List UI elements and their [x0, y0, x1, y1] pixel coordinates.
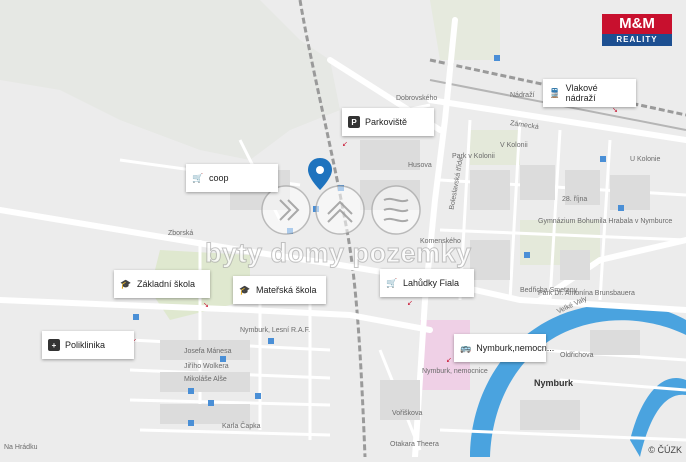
street-label: 28. října [562, 196, 588, 203]
school-icon: 🎓 [120, 278, 132, 289]
poi-card-deli[interactable]: 🛒 Lahůdky Fiala [380, 269, 474, 297]
poi-label: Mateřská škola [256, 285, 317, 295]
svg-text:↙: ↙ [342, 141, 348, 148]
map-base: ↘↙ ↘↙ ↙↙ [0, 0, 686, 460]
street-label: U Kolonie [630, 156, 661, 163]
poi-label: Lahůdky Fiala [403, 278, 460, 288]
poi-card-kindergarten[interactable]: 🎓 Mateřská škola [233, 276, 326, 304]
poi-card-coop[interactable]: 🛒 coop [186, 164, 278, 192]
street-label: V Kolonii [500, 142, 528, 149]
street-label: Jiřího Wolkera [184, 363, 229, 370]
place-label: Park Dr. Antonína Brunsbauera [538, 290, 635, 297]
street-label: Zborská [168, 230, 194, 237]
poi-card-train[interactable]: 🚆 Vlakové nádraží [543, 79, 636, 107]
logo-top: M&M [602, 14, 672, 34]
svg-text:↙: ↙ [446, 357, 452, 364]
bus-icon: 🚌 [460, 342, 472, 353]
plus-icon: + [48, 339, 60, 351]
poi-card-parking[interactable]: P Parkoviště [342, 108, 434, 136]
poi-label: Poliklinika [65, 340, 106, 350]
copyright: © ČÚZK [648, 445, 682, 455]
logo-bottom: REALITY [602, 34, 672, 46]
street-label: Karla Čapka [222, 423, 261, 430]
poi-label: coop [209, 173, 229, 183]
place-label: Park v Kolonii [452, 153, 495, 160]
poi-card-hospital[interactable]: 🚌 Nymburk,nemocn... [454, 334, 554, 362]
street-label: Nádraží [510, 92, 535, 99]
place-label: Gymnázium Bohumila Hrabala v Nymburce [538, 218, 673, 225]
street-label: Mikoláše Alše [184, 376, 227, 383]
street-label: Josefa Mánesa [184, 348, 232, 355]
street-label: Oldřichova [560, 352, 594, 359]
poi-label: Vlakové nádraží [565, 83, 598, 103]
poi-label: Parkoviště [365, 117, 408, 127]
cart-icon: 🛒 [386, 277, 398, 288]
train-icon: 🚆 [549, 87, 561, 98]
street-label: Vořiškova [392, 410, 423, 417]
svg-text:↘: ↘ [203, 302, 209, 309]
watermark-text: byty domy pozemky [205, 238, 472, 269]
town-label: Nymburk [534, 378, 574, 388]
street-label: Otakara Theera [390, 441, 439, 448]
svg-text:↘: ↘ [612, 107, 618, 114]
svg-text:↙: ↙ [407, 300, 413, 307]
street-label: Nymburk, nemocnice [422, 368, 488, 375]
parking-icon: P [348, 116, 360, 128]
street-label: Nymburk, Lesní R.A.F. [240, 327, 311, 334]
poi-label: Nymburk,nemocn... [476, 343, 555, 353]
street-label: Husova [408, 162, 432, 169]
brand-logo: M&M REALITY [602, 14, 672, 46]
poi-card-school[interactable]: 🎓 Základní škola [114, 270, 210, 298]
school-icon: 🎓 [239, 284, 251, 295]
poi-label: Základní škola [137, 279, 196, 289]
cart-icon: 🛒 [192, 172, 204, 183]
street-label: Dobrovského [396, 95, 438, 102]
street-label: Na Hrádku [4, 444, 38, 451]
poi-card-clinic[interactable]: + Poliklinika [42, 331, 134, 359]
map-canvas[interactable]: ↘↙ ↘↙ ↙↙ [0, 0, 686, 460]
